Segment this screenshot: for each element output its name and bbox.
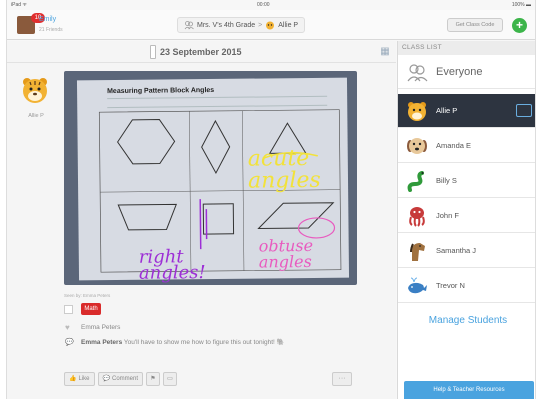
annotation-acute: acute angles xyxy=(247,146,321,194)
annotation-right: right angles! xyxy=(138,246,206,284)
folder-button[interactable]: ▭ xyxy=(163,372,177,386)
student-name: John F xyxy=(436,211,459,220)
clock: 00:00 xyxy=(257,2,270,8)
comment-icon: 💬 xyxy=(102,376,110,382)
sidebar-item-everyone[interactable]: Everyone xyxy=(398,55,535,89)
seen-by-text: Seen by: Emma Peters xyxy=(64,293,111,298)
class-list-sidebar: CLASS LIST Everyone Allie P Amanda E Bil… xyxy=(397,41,535,399)
tiger-icon xyxy=(408,101,426,121)
date-header: 23 September 2015 ▦ xyxy=(7,41,396,63)
everyone-label: Everyone xyxy=(436,65,483,78)
breadcrumb-separator: > xyxy=(258,21,263,29)
comment-button[interactable]: 💬 Comment xyxy=(97,372,143,386)
breadcrumb[interactable]: Mrs. V's 4th Grade > Allie P xyxy=(177,17,306,33)
manage-students-link[interactable]: Manage Students xyxy=(398,315,535,326)
group-icon xyxy=(407,63,428,81)
liked-by: Emma Peters xyxy=(81,324,121,331)
comment-label: Comment xyxy=(111,376,138,382)
thumbs-up-icon: 👍 xyxy=(69,376,77,382)
flag-icon: ⚑ xyxy=(150,376,156,382)
add-button[interactable]: + xyxy=(512,18,527,33)
post-actions: 👍 Like 💬 Comment ⚑ ▭ xyxy=(64,372,177,386)
class-group-icon xyxy=(184,21,194,30)
subject-tag[interactable]: Math xyxy=(81,303,101,315)
comment: Emma Peters You'll have to show me how t… xyxy=(81,338,351,347)
post-author: Allie P xyxy=(28,113,44,119)
user-subtitle: 21 Friends xyxy=(39,27,63,33)
breadcrumb-class[interactable]: Mrs. V's 4th Grade xyxy=(197,22,255,29)
student-name: Trevor N xyxy=(436,281,465,290)
dog-icon xyxy=(407,137,427,154)
breadcrumb-student[interactable]: Allie P xyxy=(278,22,298,29)
annotation-obtuse-line2: angles xyxy=(258,251,312,272)
sidebar-item-billy-s[interactable]: Billy S xyxy=(398,164,535,198)
annotation-obtuse: obtuse angles xyxy=(258,236,314,272)
flag-button[interactable]: ⚑ xyxy=(146,372,160,386)
worksheet-photo[interactable]: Measuring Pattern Block Angles acute ang… xyxy=(64,71,357,285)
heart-icon: ♥ xyxy=(65,323,70,332)
folder-small-icon: ▭ xyxy=(167,376,173,382)
sidebar-item-trevor-n[interactable]: Trevor N xyxy=(398,269,535,303)
comment-bubble-icon: 💬 xyxy=(65,339,74,346)
post-date: 23 September 2015 xyxy=(160,47,242,57)
student-name: Amanda E xyxy=(436,141,472,150)
tiger-icon xyxy=(266,21,275,30)
folder-icon[interactable] xyxy=(516,104,532,117)
status-bar: iPad ᯤ 00:00 100% ▬ xyxy=(7,0,535,10)
horse-icon xyxy=(410,242,425,261)
sidebar-item-samantha-j[interactable]: Samantha J xyxy=(398,234,535,268)
help-resources-button[interactable]: Help & Teacher Resources xyxy=(404,381,534,399)
tiger-avatar-icon[interactable] xyxy=(21,76,49,104)
select-checkbox[interactable] xyxy=(64,305,73,314)
battery-label: 100% ▬ xyxy=(511,2,531,8)
student-name: Samantha J xyxy=(436,246,477,255)
snake-icon xyxy=(407,170,424,192)
get-class-code-button[interactable]: Get Class Code xyxy=(447,18,503,32)
octopus-icon xyxy=(409,206,425,227)
app-window: iPad ᯤ 00:00 100% ▬ 10 Emily 21 Friends … xyxy=(6,0,536,399)
student-name: Allie P xyxy=(436,106,458,115)
like-label: Like xyxy=(78,376,90,382)
sidebar-item-allie-p[interactable]: Allie P xyxy=(398,94,535,128)
whale-icon xyxy=(408,277,427,293)
top-nav: 10 Emily 21 Friends Mrs. V's 4th Grade >… xyxy=(7,10,535,40)
worksheet-paper: Measuring Pattern Block Angles acute ang… xyxy=(76,77,350,284)
more-button[interactable]: ··· xyxy=(332,372,352,386)
like-button[interactable]: 👍 Like xyxy=(64,372,95,386)
student-name: Billy S xyxy=(436,176,457,185)
annotation-acute-line2: angles xyxy=(247,167,321,194)
class-list-heading: CLASS LIST xyxy=(398,41,535,55)
sidebar-item-john-f[interactable]: John F xyxy=(398,199,535,233)
calendar-icon xyxy=(150,45,156,59)
comment-author: Emma Peters xyxy=(81,339,123,346)
grid-view-icon[interactable]: ▦ xyxy=(379,46,391,58)
annotation-right-line2: angles! xyxy=(138,262,206,284)
user-name[interactable]: Emily xyxy=(39,16,56,23)
carrier-label: iPad ᯤ xyxy=(11,2,27,8)
sidebar-item-amanda-e[interactable]: Amanda E xyxy=(398,129,535,163)
story-feed: 23 September 2015 ▦ Allie P Measuring Pa… xyxy=(7,41,396,399)
comment-body: You'll have to show me how to figure thi… xyxy=(122,339,285,346)
